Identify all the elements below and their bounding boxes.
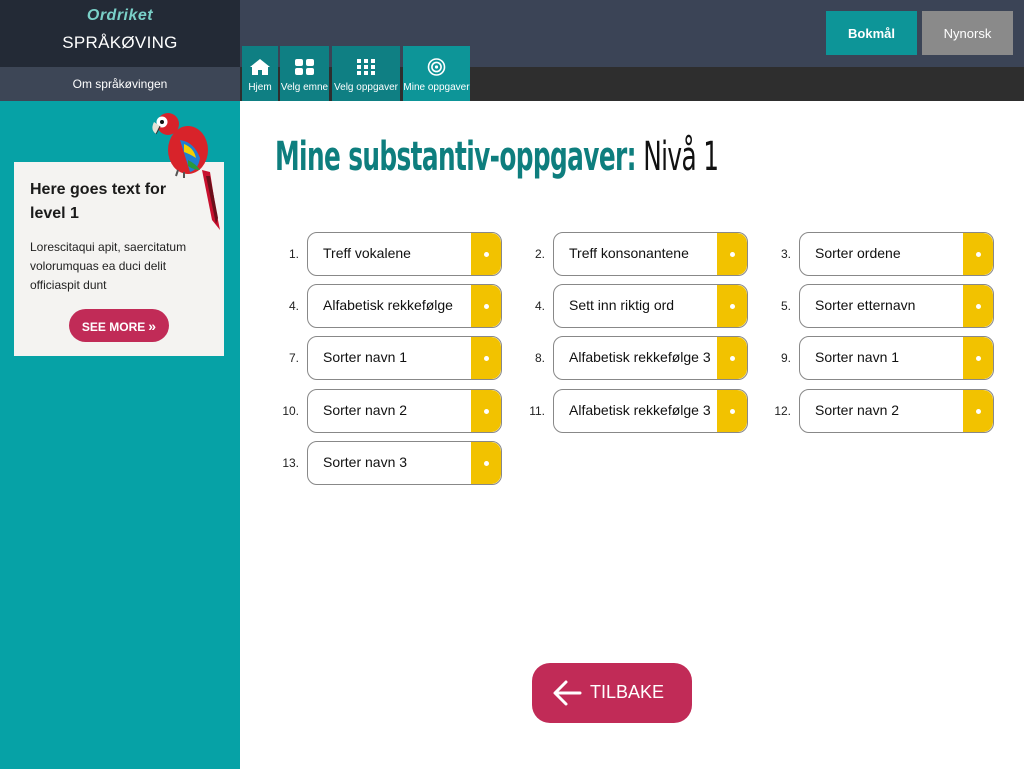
task-number: 5.	[780, 299, 791, 313]
task-number: 10.	[282, 404, 299, 418]
see-more-label: SEE MORE	[81, 319, 146, 334]
task-label: Sorter navn 2	[323, 402, 408, 418]
task-label: Sett inn riktig ord	[569, 297, 675, 313]
task-card[interactable]: Sorter navn 2	[799, 389, 994, 433]
task-tab	[717, 233, 747, 275]
task-label: Alfabetisk rekkefølge 3	[569, 349, 711, 365]
task-number: 7.	[288, 351, 299, 365]
task-tab	[963, 285, 993, 327]
brand-logo: Ordriket	[86, 7, 154, 24]
task-tab	[963, 337, 993, 379]
task-tab	[471, 390, 501, 432]
task-tab	[471, 442, 501, 484]
task-number: 1.	[288, 247, 299, 261]
double-chevron-right-icon: »	[148, 317, 157, 334]
target-icon	[427, 58, 446, 76]
task-card[interactable]: Alfabetisk rekkefølge 3	[553, 389, 748, 433]
task-tab	[471, 337, 501, 379]
task-card[interactable]: Sorter navn 3	[307, 441, 502, 485]
task-card[interactable]: Sorter navn 2	[307, 389, 502, 433]
app-title: SPRÅKØVING	[62, 33, 178, 52]
task-label: Treff konsonantene	[569, 245, 689, 261]
task-tab	[717, 337, 747, 379]
arrow-left-icon	[553, 680, 582, 706]
dot-icon	[484, 461, 489, 466]
task-label: Sorter etternavn	[815, 297, 916, 313]
task-card[interactable]: Alfabetisk rekkefølge 3	[553, 336, 748, 380]
nynorsk-button[interactable]: Nynorsk	[922, 11, 1013, 55]
task-tab	[717, 285, 747, 327]
info-card-body: Lorescitaqui apit, saercitatum volorumqu…	[30, 240, 187, 292]
task-card[interactable]: Treff konsonantene	[553, 232, 748, 276]
task-number: 2.	[534, 247, 545, 261]
dot-icon	[730, 409, 735, 414]
parrot-illustration	[152, 113, 220, 230]
tab-mine-oppgaver[interactable]: Mine oppgaver	[403, 46, 470, 101]
tab-mine-oppgaver-label: Mine oppgaver	[403, 82, 470, 93]
page-title: Mine substantiv-oppgaver: Nivå 1	[275, 134, 719, 180]
tab-velg-emne[interactable]: Velg emne	[280, 46, 329, 101]
dot-icon	[484, 304, 489, 309]
task-number: 11.	[529, 404, 545, 418]
dot-icon	[730, 356, 735, 361]
tab-velg-emne-label: Velg emne	[280, 82, 329, 93]
task-tab	[471, 233, 501, 275]
task-number: 8.	[534, 351, 545, 365]
tab-home[interactable]: Hjem	[242, 46, 278, 101]
bokmal-button[interactable]: Bokmål	[826, 11, 917, 55]
task-label: Sorter ordene	[815, 245, 901, 261]
task-number: 3.	[780, 247, 791, 261]
dot-icon	[976, 356, 981, 361]
task-label: Treff vokalene	[323, 245, 411, 261]
task-number: 9.	[780, 351, 791, 365]
dot-icon	[730, 252, 735, 257]
grid-9-icon	[357, 59, 375, 75]
back-button[interactable]: TILBAKE	[532, 663, 692, 723]
task-tab	[471, 285, 501, 327]
task-number: 4.	[534, 299, 545, 313]
task-card[interactable]: Sorter navn 1	[799, 336, 994, 380]
task-label: Alfabetisk rekkefølge	[323, 297, 453, 313]
task-label: Alfabetisk rekkefølge 3	[569, 402, 711, 418]
dot-icon	[730, 304, 735, 309]
tab-home-label: Hjem	[248, 82, 272, 93]
task-number: 4.	[288, 299, 299, 313]
task-label: Sorter navn 1	[815, 349, 900, 365]
grid-4-icon	[295, 59, 314, 75]
dot-icon	[484, 252, 489, 257]
tab-velg-oppgaver[interactable]: Velg oppgaver	[332, 46, 400, 101]
task-card[interactable]: Sett inn riktig ord	[553, 284, 748, 328]
page-title-level: Nivå 1	[643, 134, 719, 180]
task-card[interactable]: Sorter ordene	[799, 232, 994, 276]
task-card[interactable]: Alfabetisk rekkefølge	[307, 284, 502, 328]
brand-block[interactable]: Ordriket SPRÅKØVING	[0, 0, 240, 67]
dot-icon	[484, 356, 489, 361]
see-more-button[interactable]: SEE MORE»	[69, 309, 169, 342]
dot-icon	[484, 409, 489, 414]
home-icon	[250, 59, 270, 75]
dot-icon	[976, 304, 981, 309]
dot-icon	[976, 409, 981, 414]
tab-velg-oppgaver-label: Velg oppgaver	[334, 82, 398, 93]
task-number: 12.	[774, 404, 791, 418]
task-card[interactable]: Treff vokalene	[307, 232, 502, 276]
about-link[interactable]: Om språkøvingen	[0, 67, 240, 101]
task-label: Sorter navn 3	[323, 454, 408, 470]
task-card[interactable]: Sorter etternavn	[799, 284, 994, 328]
task-tab	[717, 390, 747, 432]
page-title-main: Mine substantiv-oppgaver:	[275, 134, 637, 180]
task-label: Sorter navn 1	[323, 349, 408, 365]
task-label: Sorter navn 2	[815, 402, 900, 418]
info-card-title: Here goes text for level 1	[30, 181, 167, 222]
dot-icon	[976, 252, 981, 257]
task-tab	[963, 233, 993, 275]
task-tab	[963, 390, 993, 432]
task-card[interactable]: Sorter navn 1	[307, 336, 502, 380]
back-button-label: TILBAKE	[590, 682, 665, 702]
task-number: 13.	[282, 456, 299, 470]
